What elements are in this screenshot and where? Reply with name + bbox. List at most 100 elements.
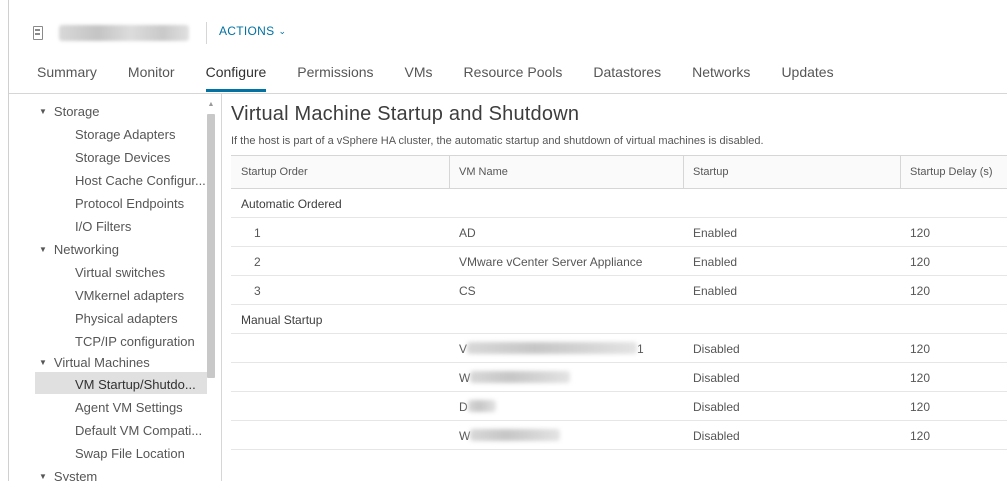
startup-cell: Enabled	[693, 226, 738, 240]
vm-name-cell: AD	[459, 226, 476, 240]
scroll-thumb[interactable]	[207, 114, 215, 378]
sidebar-item-vm-startup-shutdown[interactable]: VM Startup/Shutdo...	[75, 377, 211, 392]
caret-down-icon: ▼	[39, 245, 47, 254]
group-label: Manual Startup	[241, 313, 323, 327]
actions-label: ACTIONS	[219, 24, 275, 38]
startup-order-cell: 2	[254, 255, 261, 269]
page-description: If the host is part of a vSphere HA clus…	[231, 135, 764, 147]
startup-cell: Disabled	[693, 371, 740, 385]
startup-cell: Enabled	[693, 255, 738, 269]
startup-delay-cell: 120	[910, 342, 931, 356]
startup-order-cell: 1	[254, 226, 261, 240]
table-row[interactable]: W Disabled 120	[231, 363, 1007, 392]
tab-networks[interactable]: Networks	[692, 60, 750, 92]
sidebar-group-virtual-machines[interactable]: ▼ Virtual Machines	[39, 355, 150, 370]
tab-updates[interactable]: Updates	[781, 60, 833, 92]
redacted-text	[470, 371, 571, 383]
column-header-startup[interactable]: Startup	[693, 166, 728, 178]
tab-configure[interactable]: Configure	[205, 60, 267, 92]
sidebar-group-label: Virtual Machines	[53, 355, 150, 370]
table-row[interactable]: W Disabled 120	[231, 421, 1007, 450]
sidebar-item-tcpip-configuration[interactable]: TCP/IP configuration	[75, 334, 211, 349]
tab-vms[interactable]: VMs	[405, 60, 433, 92]
startup-delay-cell: 120	[910, 284, 931, 298]
scroll-up-icon[interactable]: ▲	[206, 100, 216, 110]
sidebar-group-label: System	[53, 469, 98, 481]
chevron-down-icon: ⌄	[278, 25, 287, 36]
startup-cell: Enabled	[693, 284, 738, 298]
sidebar-item-protocol-endpoints[interactable]: Protocol Endpoints	[75, 196, 211, 211]
vm-name-prefix: W	[459, 371, 471, 385]
tab-summary[interactable]: Summary	[37, 60, 97, 92]
sidebar-item-vmkernel-adapters[interactable]: VMkernel adapters	[75, 288, 211, 303]
vm-name-cell: VMware vCenter Server Appliance	[459, 255, 643, 269]
sidebar-group-label: Networking	[53, 242, 119, 257]
redacted-text	[467, 400, 496, 412]
tab-resource-pools[interactable]: Resource Pools	[464, 60, 563, 92]
startup-delay-cell: 120	[910, 400, 931, 414]
column-header-startup-delay[interactable]: Startup Delay (s)	[910, 166, 993, 178]
redacted-text	[467, 342, 638, 354]
column-divider[interactable]	[683, 156, 684, 189]
sidebar-group-system[interactable]: ▼ System	[39, 469, 97, 481]
grid-header: Startup Order VM Name Startup Startup De…	[231, 156, 1007, 189]
sidebar-group-networking[interactable]: ▼ Networking	[39, 242, 119, 257]
table-row[interactable]: 2 VMware vCenter Server Appliance Enable…	[231, 247, 1007, 276]
caret-down-icon: ▼	[39, 107, 47, 116]
sidebar-item-swap-file-location[interactable]: Swap File Location	[75, 446, 211, 461]
vm-name-prefix: W	[459, 429, 471, 443]
sidebar-item-storage-devices[interactable]: Storage Devices	[75, 150, 211, 165]
startup-delay-cell: 120	[910, 255, 931, 269]
sidebar-group-label: Storage	[53, 104, 100, 119]
vm-name-cell: D	[459, 400, 496, 414]
vm-name-cell: V1	[459, 342, 644, 356]
page-title: Virtual Machine Startup and Shutdown	[231, 103, 580, 125]
sidebar-scrollbar[interactable]: ▲	[206, 94, 216, 481]
object-tabs: Summary Monitor Configure Permissions VM…	[37, 60, 865, 94]
vm-name-prefix: V	[459, 342, 468, 356]
header-divider	[206, 22, 207, 44]
startup-delay-cell: 120	[910, 429, 931, 443]
startup-cell: Disabled	[693, 429, 740, 443]
app-frame: ACTIONS ⌄ Summary Monitor Configure Perm…	[8, 0, 1007, 481]
configure-sidebar: ▼ Storage Storage Adapters Storage Device…	[9, 94, 222, 481]
table-row[interactable]: 1 AD Enabled 120	[231, 218, 1007, 247]
startup-order-cell: 3	[254, 284, 261, 298]
vm-name-prefix: D	[459, 400, 468, 414]
tab-permissions[interactable]: Permissions	[297, 60, 373, 92]
sidebar-item-host-cache[interactable]: Host Cache Configur...	[75, 173, 211, 188]
sidebar-item-agent-vm-settings[interactable]: Agent VM Settings	[75, 400, 211, 415]
sidebar-item-storage-adapters[interactable]: Storage Adapters	[75, 127, 211, 142]
table-row[interactable]: D Disabled 120	[231, 392, 1007, 421]
redacted-text	[470, 429, 561, 441]
main-content: Virtual Machine Startup and Shutdown If …	[231, 94, 1007, 481]
sidebar-item-virtual-switches[interactable]: Virtual switches	[75, 265, 211, 280]
host-name-redacted	[59, 25, 189, 41]
table-row[interactable]: V1 Disabled 120	[231, 334, 1007, 363]
sidebar-item-physical-adapters[interactable]: Physical adapters	[75, 311, 211, 326]
column-divider[interactable]	[900, 156, 901, 189]
column-header-startup-order[interactable]: Startup Order	[241, 166, 308, 178]
host-icon	[33, 26, 43, 40]
group-row-automatic: Automatic Ordered	[231, 189, 1007, 218]
object-header: ACTIONS ⌄	[9, 0, 1007, 58]
group-label: Automatic Ordered	[241, 197, 342, 211]
vm-name-cell: W	[459, 429, 561, 443]
vm-name-cell: W	[459, 371, 571, 385]
startup-cell: Disabled	[693, 400, 740, 414]
tab-datastores[interactable]: Datastores	[593, 60, 661, 92]
caret-down-icon: ▼	[39, 358, 47, 367]
sidebar-item-io-filters[interactable]: I/O Filters	[75, 219, 211, 234]
sidebar-item-default-vm-compatibility[interactable]: Default VM Compati...	[75, 423, 211, 438]
startup-cell: Disabled	[693, 342, 740, 356]
startup-delay-cell: 120	[910, 226, 931, 240]
table-row[interactable]: 3 CS Enabled 120	[231, 276, 1007, 305]
group-row-manual: Manual Startup	[231, 305, 1007, 334]
column-divider[interactable]	[449, 156, 450, 189]
sidebar-group-storage[interactable]: ▼ Storage	[39, 104, 99, 119]
actions-menu-button[interactable]: ACTIONS ⌄	[219, 24, 286, 38]
column-header-vm-name[interactable]: VM Name	[459, 166, 508, 178]
vm-name-suffix: 1	[637, 342, 644, 356]
caret-down-icon: ▼	[39, 472, 47, 481]
tab-monitor[interactable]: Monitor	[128, 60, 175, 92]
